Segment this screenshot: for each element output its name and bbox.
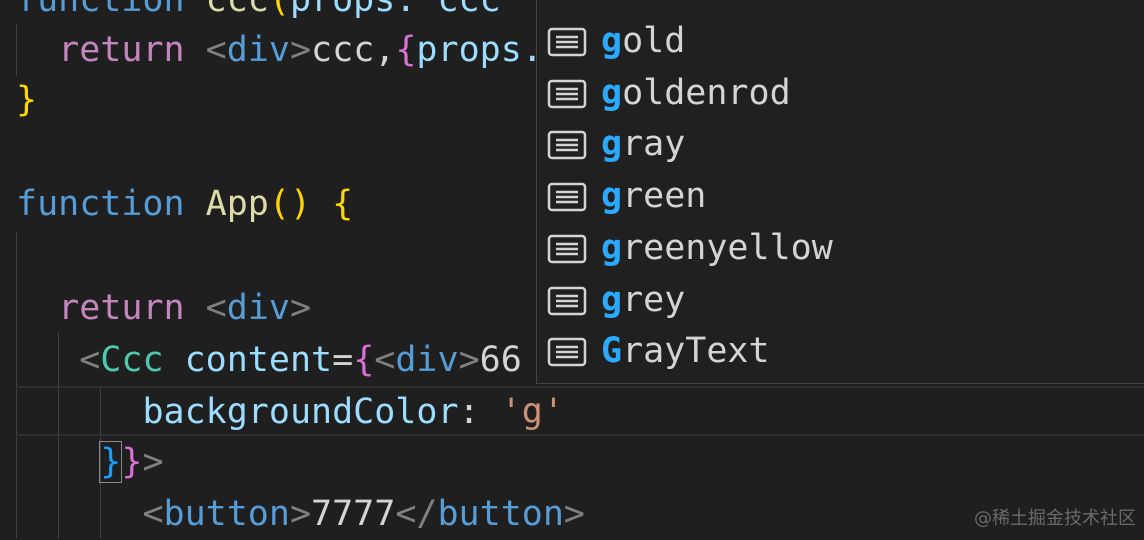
value-text-icon [547, 78, 587, 108]
code-line: function ccc(props: ccc [16, 0, 501, 20]
suggestion-label: GrayText [601, 331, 770, 372]
suggestion-item[interactable]: greenyellow [537, 222, 1144, 274]
suggestion-item[interactable]: green [537, 170, 1144, 222]
watermark: @稀土掘金技术社区 [974, 508, 1136, 529]
value-text-icon [547, 129, 587, 160]
code-line: }}> [99, 441, 164, 483]
suggestion-item[interactable]: grey [537, 274, 1144, 326]
suggestion-label: gray [601, 124, 686, 165]
value-text-icon [547, 26, 587, 57]
code-line: } [16, 80, 38, 120]
suggestion-label: green [601, 176, 707, 217]
suggestion-item[interactable]: gray [537, 118, 1144, 170]
value-text-icon [547, 336, 587, 367]
code-line: return <div> [58, 288, 312, 328]
code-line: function App() { [16, 184, 354, 224]
suggestion-label: goldenrod [601, 72, 791, 113]
bracket-match: } [99, 441, 123, 483]
value-text-icon [547, 181, 587, 212]
code-line: backgroundColor: 'g' [142, 392, 564, 432]
suggestion-label: grey [601, 279, 686, 320]
value-text-icon [547, 285, 587, 315]
suggestion-item[interactable]: gold [537, 15, 1144, 67]
suggestion-label: greenyellow [601, 227, 833, 268]
code-line: <Ccc content={<div>66 [79, 340, 522, 380]
suggestion-label: gold [601, 21, 686, 61]
suggestion-item[interactable]: goldenrod [537, 67, 1144, 119]
code-line: <button>7777</button> [142, 494, 585, 534]
suggestion-widget[interactable]: gold goldenrod gray green greenyellow grey Gra… [536, 0, 1144, 384]
code-line: return <div>ccc,{props. [58, 30, 543, 70]
suggestion-item[interactable]: GrayText [537, 325, 1144, 377]
value-text-icon [547, 233, 587, 264]
